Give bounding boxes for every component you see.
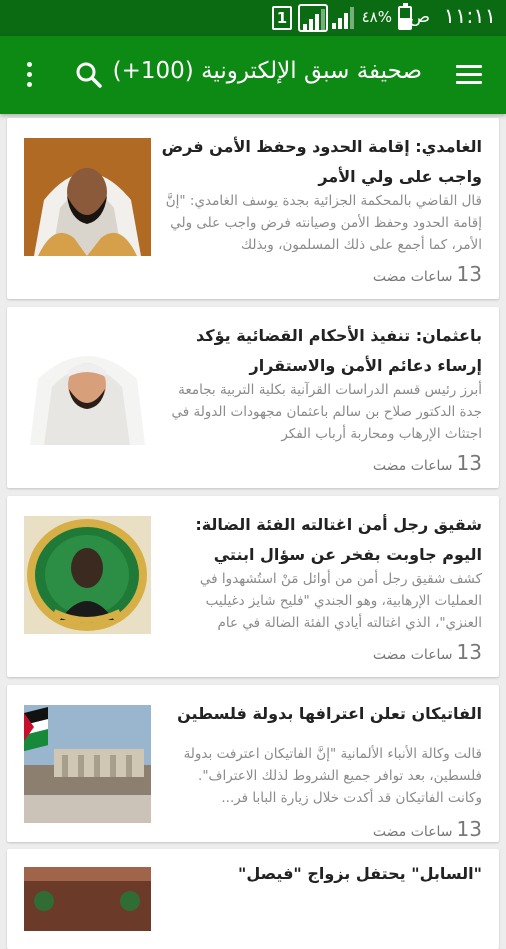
time-label: ساعات مضت [372, 458, 453, 474]
article-time: 13ساعات مضت [373, 451, 482, 475]
status-time: ١١:١١ [443, 4, 496, 28]
article-card[interactable]: الفاتيكان تعلن اعترافها بدولة فلسطين قال… [7, 685, 499, 842]
article-snippet: أبرز رئيس قسم الدراسات القرآنية بكلية ال… [171, 382, 482, 442]
article-card[interactable]: باعثمان: تنفيذ الأحكام القضائية يؤكد إرس… [7, 307, 499, 488]
time-label: ساعات مضت [372, 269, 453, 285]
time-label: ساعات مضت [372, 647, 453, 663]
article-time: 13ساعات مضت [373, 262, 482, 286]
article-title[interactable]: "السابل" يحتفل بزواج "فيصل" [159, 859, 482, 889]
article-card[interactable]: الغامدي: إقامة الحدود وحفظ الأمن فرض واج… [7, 118, 499, 299]
article-thumbnail [24, 867, 151, 931]
article-thumbnail [24, 705, 151, 823]
article-title[interactable]: باعثمان: تنفيذ الأحكام القضائية يؤكد إرس… [159, 321, 482, 381]
time-number: 13 [456, 640, 482, 664]
article-time: 13ساعات مضت [373, 817, 482, 841]
article-title[interactable]: شقيق رجل أمن اغتالته الفئة الضالة: اليوم… [159, 510, 482, 570]
article-title[interactable]: الغامدي: إقامة الحدود وحفظ الأمن فرض واج… [159, 132, 482, 192]
battery-icon [398, 3, 412, 30]
article-snippet: قالت وكالة الأنباء الألمانية "إنَّ الفات… [183, 746, 482, 806]
time-number: 13 [456, 817, 482, 841]
search-icon[interactable] [74, 60, 104, 90]
article-title[interactable]: الفاتيكان تعلن اعترافها بدولة فلسطين [159, 699, 482, 729]
article-thumbnail [24, 138, 151, 256]
article-snippet: كشف شقيق رجل أمن من أوائل مَنْ استُشهدوا… [199, 571, 482, 631]
time-label: ساعات مضت [372, 824, 453, 840]
signal-strength-icon [332, 7, 356, 29]
article-time: 13ساعات مضت [373, 640, 482, 664]
status-bar: ١١:١١ ص ٤٨% 1 [0, 0, 506, 36]
hamburger-menu-icon[interactable] [454, 62, 484, 88]
battery-percent: ٤٨% [361, 8, 392, 26]
more-vertical-icon[interactable] [22, 60, 36, 90]
time-number: 13 [456, 451, 482, 475]
signal-strength-sim1-icon [298, 4, 328, 32]
status-am-pm: ص [409, 7, 430, 27]
article-snippet: قال القاضي بالمحكمة الجزائية بجدة يوسف ا… [165, 193, 482, 253]
article-card[interactable]: "السابل" يحتفل بزواج "فيصل" [7, 849, 499, 949]
sim-slot-badge: 1 [272, 6, 292, 30]
app-toolbar: صحيفة سبق الإلكترونية (100+) [0, 36, 506, 114]
app-title: صحيفة سبق الإلكترونية (100+) [112, 58, 422, 84]
article-thumbnail [24, 516, 151, 634]
article-thumbnail [24, 327, 151, 445]
article-card[interactable]: شقيق رجل أمن اغتالته الفئة الضالة: اليوم… [7, 496, 499, 677]
time-number: 13 [456, 262, 482, 286]
